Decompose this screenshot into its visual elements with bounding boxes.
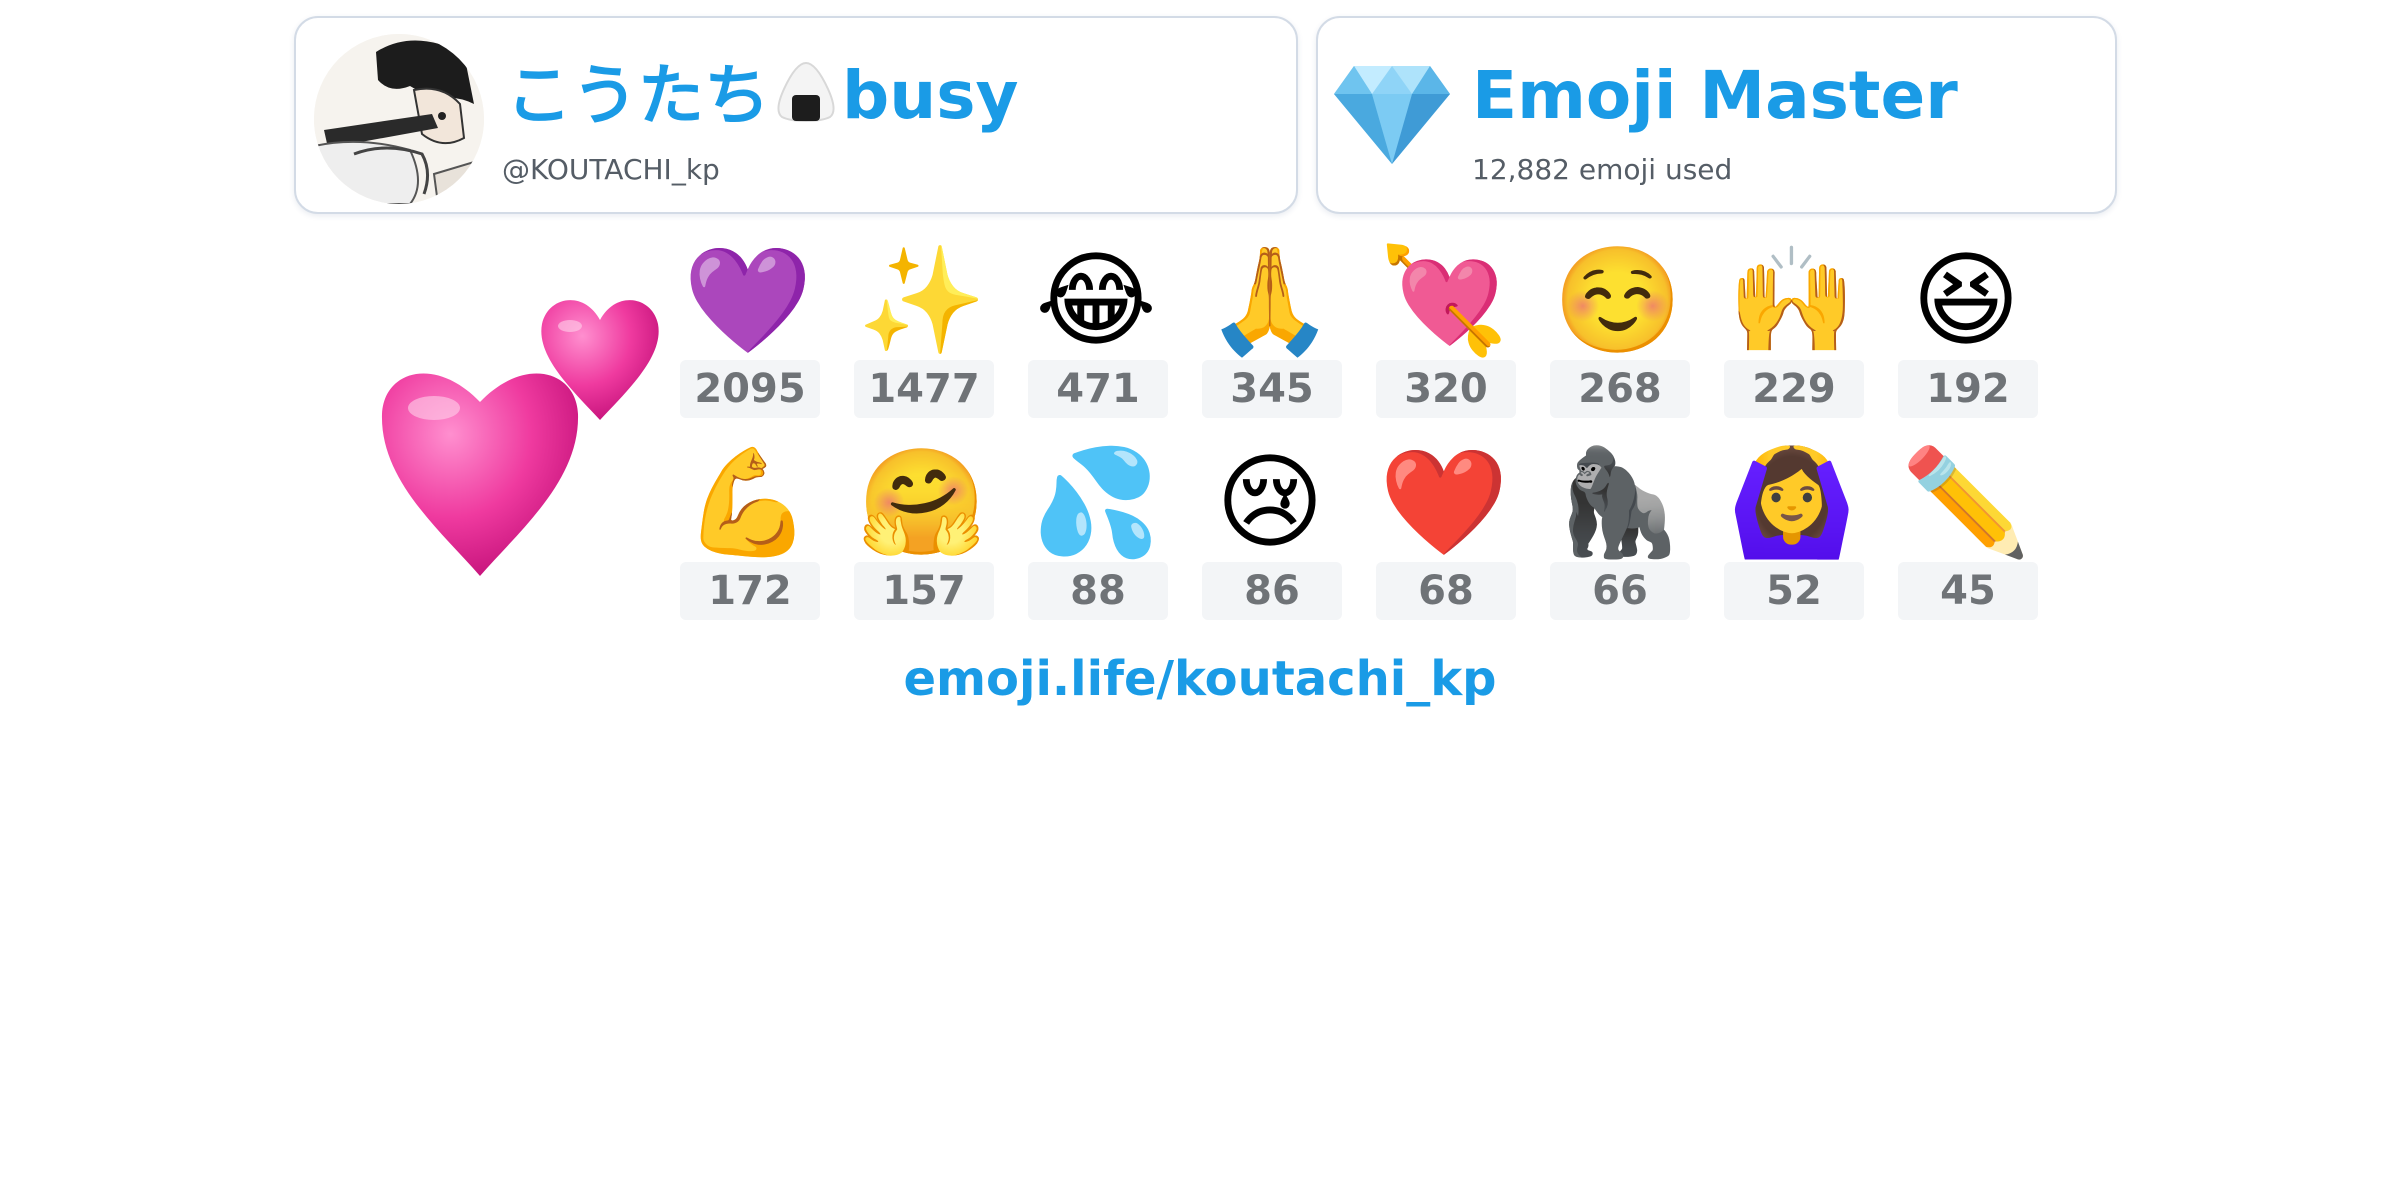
emoji-count: 471 — [1028, 360, 1168, 418]
emoji-cell-woman-gesturing-ok[interactable]: 🙆‍♀️ 52 — [1722, 438, 1864, 638]
emoji-count: 345 — [1202, 360, 1342, 418]
emoji-count: 1477 — [854, 360, 994, 418]
pencil-icon: ✏️ — [1901, 441, 2031, 563]
emoji-count: 52 — [1724, 562, 1864, 620]
emoji-cell-grinning-squinting[interactable]: 😆 192 — [1896, 236, 2038, 436]
raising-hands-icon: 🙌 — [1727, 239, 1857, 361]
emoji-count: 172 — [680, 562, 820, 620]
emoji-cell-heart-with-arrow[interactable]: 💘 320 — [1374, 236, 1516, 436]
display-name-text: こうたち — [506, 57, 770, 134]
crying-face-icon: 😢 — [1215, 441, 1325, 563]
emoji-cell-tears-of-joy[interactable]: 😂 471 — [1026, 236, 1168, 436]
emoji-count: 157 — [854, 562, 994, 620]
emoji-used-count: 12,882 emoji used — [1472, 153, 1733, 186]
emoji-count: 86 — [1202, 562, 1342, 620]
emoji-cell-purple-heart[interactable]: 💜 2095 — [678, 236, 820, 436]
emoji-cell-sparkles[interactable]: ✨ 1477 — [852, 236, 994, 436]
stats-title: Emoji Master — [1472, 57, 1958, 134]
emoji-cell-sweat-droplets[interactable]: 💦 88 — [1026, 438, 1168, 638]
emoji-cell-smiling-face[interactable]: ☺️ 268 — [1548, 236, 1690, 436]
gorilla-icon: 🦍 — [1553, 441, 1683, 563]
emoji-cell-hugging-face[interactable]: 🤗 157 — [852, 438, 994, 638]
flexed-biceps-icon: 💪 — [683, 441, 813, 563]
emoji-count: 192 — [1898, 360, 2038, 418]
onigiri-icon — [774, 59, 838, 141]
emoji-cell-crying-face[interactable]: 😢 86 — [1200, 438, 1342, 638]
profile-link[interactable]: emoji.life/koutachi_kp — [0, 644, 2400, 714]
gem-icon — [1332, 62, 1452, 170]
emoji-count: 88 — [1028, 562, 1168, 620]
emoji-count: 320 — [1376, 360, 1516, 418]
emoji-grid: 💜 2095 ✨ 1477 😂 471 🙏 345 💘 320 ☺️ 268 🙌 229 😆 192 💪 172 🤗… — [678, 236, 2398, 636]
stats-card: Emoji Master 12,882 emoji used — [1316, 16, 2117, 214]
emoji-count: 66 — [1550, 562, 1690, 620]
emoji-cell-red-heart[interactable]: ❤️ 68 — [1374, 438, 1516, 638]
emoji-cell-gorilla[interactable]: 🦍 66 — [1548, 438, 1690, 638]
emoji-cell-raising-hands[interactable]: 🙌 229 — [1722, 236, 1864, 436]
emoji-count: 229 — [1724, 360, 1864, 418]
emoji-cell-pencil[interactable]: ✏️ 45 — [1896, 438, 2038, 638]
status-text: busy — [842, 57, 1019, 134]
red-heart-icon: ❤️ — [1379, 441, 1509, 563]
hugging-face-icon: 🤗 — [857, 441, 987, 563]
grinning-squinting-icon: 😆 — [1911, 239, 2021, 361]
heart-with-arrow-icon: 💘 — [1379, 239, 1509, 361]
avatar[interactable] — [314, 34, 484, 204]
emoji-count: 2095 — [680, 360, 820, 418]
tears-of-joy-icon: 😂 — [1035, 239, 1157, 361]
user-handle[interactable]: @KOUTACHI_kp — [502, 152, 720, 188]
smiling-face-icon: ☺️ — [1553, 239, 1683, 361]
emoji-count: 68 — [1376, 562, 1516, 620]
emoji-count: 268 — [1550, 360, 1690, 418]
sparkles-icon: ✨ — [857, 239, 987, 361]
purple-heart-icon: 💜 — [683, 239, 813, 361]
display-name: こうたち busy — [506, 56, 1019, 141]
user-avatar-icon — [314, 34, 484, 204]
woman-gesturing-ok-icon: 🙆‍♀️ — [1727, 441, 1857, 563]
emoji-cell-folded-hands[interactable]: 🙏 345 — [1200, 236, 1342, 436]
profile-card: こうたち busy @KOUTACHI_kp — [294, 16, 1298, 214]
folded-hands-icon: 🙏 — [1205, 239, 1335, 361]
emoji-cell-flexed-biceps[interactable]: 💪 172 — [678, 438, 820, 638]
emoji-count: 45 — [1898, 562, 2038, 620]
two-hearts-icon — [372, 290, 672, 594]
sweat-droplets-icon: 💦 — [1031, 441, 1161, 563]
